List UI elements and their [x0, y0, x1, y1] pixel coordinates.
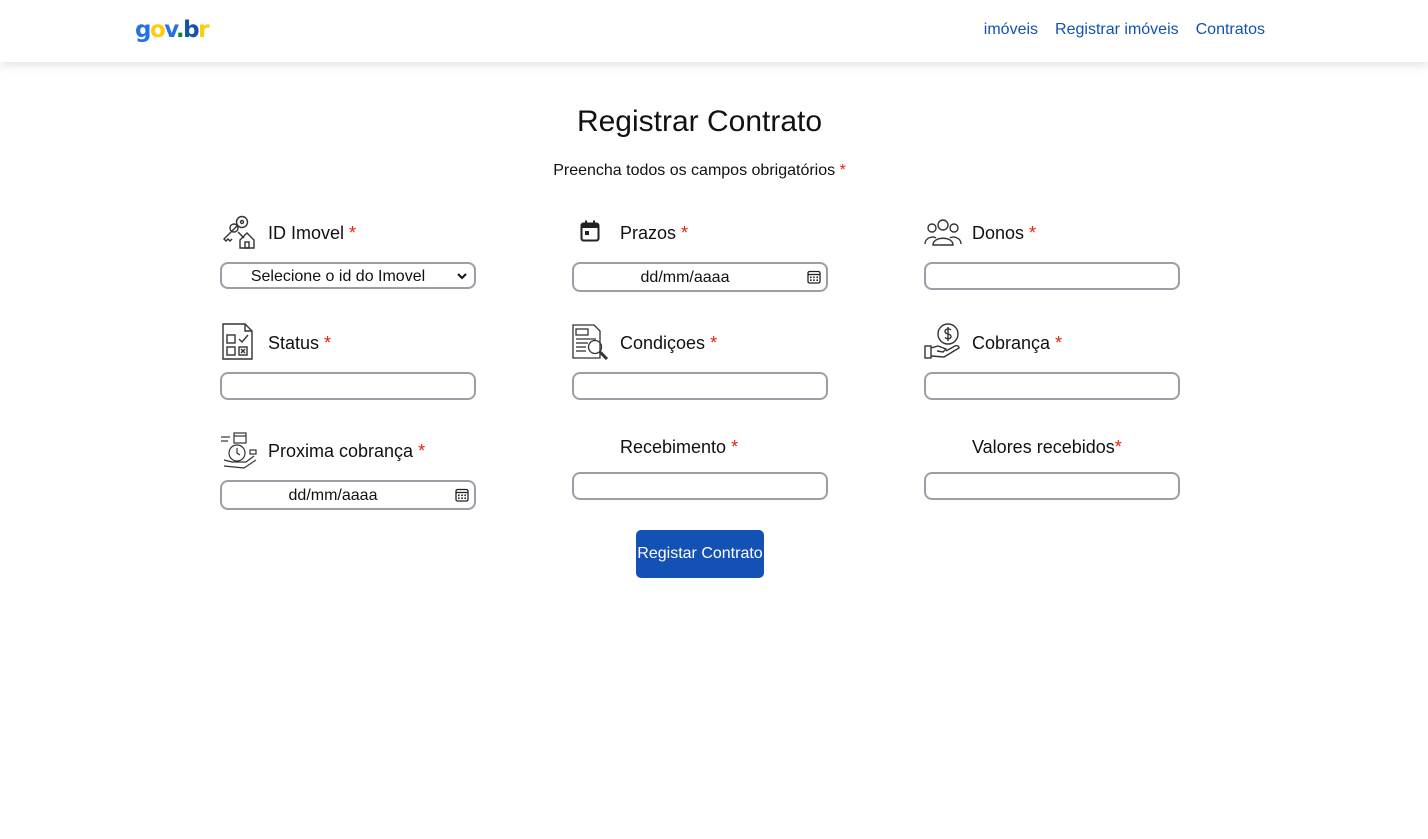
calendar-icon — [580, 220, 600, 242]
proxima-cobranca-label: Proxima cobrança * — [268, 440, 425, 462]
required-mark: * — [710, 333, 718, 353]
required-mark: * — [418, 441, 426, 461]
subtitle-text: Preencha todos os campos obrigatórios — [553, 162, 836, 179]
id-imovel-select-value: Selecione o id do Imovel — [250, 268, 426, 285]
status-input[interactable] — [220, 372, 476, 400]
checklist-icon — [222, 323, 253, 360]
registrar-contrato-button[interactable]: Registar Contrato — [636, 530, 764, 578]
id-imovel-label: ID Imovel * — [268, 222, 356, 244]
required-mark: * — [839, 162, 846, 179]
nav-link-registrar-imoveis[interactable]: Registrar imóveis — [1055, 20, 1179, 40]
cobranca-label: Cobrança * — [972, 332, 1062, 354]
required-mark: * — [731, 437, 739, 457]
page-subtitle: Preencha todos os campos obrigatórios * — [0, 161, 1399, 181]
gov-br-logo[interactable]: gov.br — [135, 15, 209, 45]
status-label-text: Status — [268, 333, 320, 353]
required-mark: * — [1055, 333, 1063, 353]
calendar-picker-icon[interactable] — [807, 270, 821, 284]
hand-coin-icon — [924, 323, 960, 359]
payment-schedule-icon — [221, 432, 257, 469]
prazos-date-input[interactable]: dd/mm/aaaa — [572, 262, 828, 292]
condicoes-label-text: Condiçoes — [620, 333, 706, 353]
keys-house-icon — [223, 215, 255, 249]
calendar-picker-icon[interactable] — [455, 488, 469, 502]
nav-link-contratos[interactable]: Contratos — [1196, 20, 1265, 40]
top-navbar: gov.br imóveis Registrar imóveis Contrat… — [0, 0, 1428, 62]
required-mark: * — [1029, 223, 1037, 243]
chevron-down-icon — [457, 273, 467, 280]
donos-input[interactable] — [924, 262, 1180, 290]
valores-recebidos-input[interactable] — [924, 472, 1180, 500]
prazos-date-placeholder: dd/mm/aaaa — [640, 269, 730, 286]
valores-recebidos-label: Valores recebidos* — [972, 436, 1122, 458]
proxima-cobranca-date-input[interactable]: dd/mm/aaaa — [220, 480, 476, 510]
id-imovel-label-text: ID Imovel — [268, 223, 345, 243]
group-people-icon — [924, 219, 962, 246]
required-mark: * — [349, 223, 357, 243]
page-title: Registrar Contrato — [576, 105, 823, 138]
required-mark: * — [1114, 437, 1122, 457]
prazos-label: Prazos * — [620, 222, 688, 244]
prazos-label-text: Prazos — [620, 223, 677, 243]
condicoes-input[interactable] — [572, 372, 828, 400]
status-label: Status * — [268, 332, 331, 354]
proxima-cobranca-label-text: Proxima cobrança — [268, 441, 414, 461]
required-mark: * — [324, 333, 332, 353]
cobranca-input[interactable] — [924, 372, 1180, 400]
cobranca-label-text: Cobrança — [972, 333, 1051, 353]
recebimento-label-text: Recebimento — [620, 437, 727, 457]
nav-link-imoveis[interactable]: imóveis — [984, 20, 1038, 40]
donos-label: Donos * — [972, 222, 1036, 244]
nav-links: imóveis Registrar imóveis Contratos — [984, 20, 1265, 40]
document-magnifier-icon — [572, 324, 609, 360]
id-imovel-select[interactable]: Selecione o id do Imovel — [220, 262, 476, 289]
recebimento-input[interactable] — [572, 472, 828, 500]
required-mark: * — [681, 223, 689, 243]
condicoes-label: Condiçoes * — [620, 332, 717, 354]
donos-label-text: Donos — [972, 223, 1025, 243]
proxima-cobranca-date-placeholder: dd/mm/aaaa — [288, 487, 378, 504]
recebimento-label: Recebimento * — [620, 436, 738, 458]
valores-recebidos-label-text: Valores recebidos — [972, 437, 1115, 457]
